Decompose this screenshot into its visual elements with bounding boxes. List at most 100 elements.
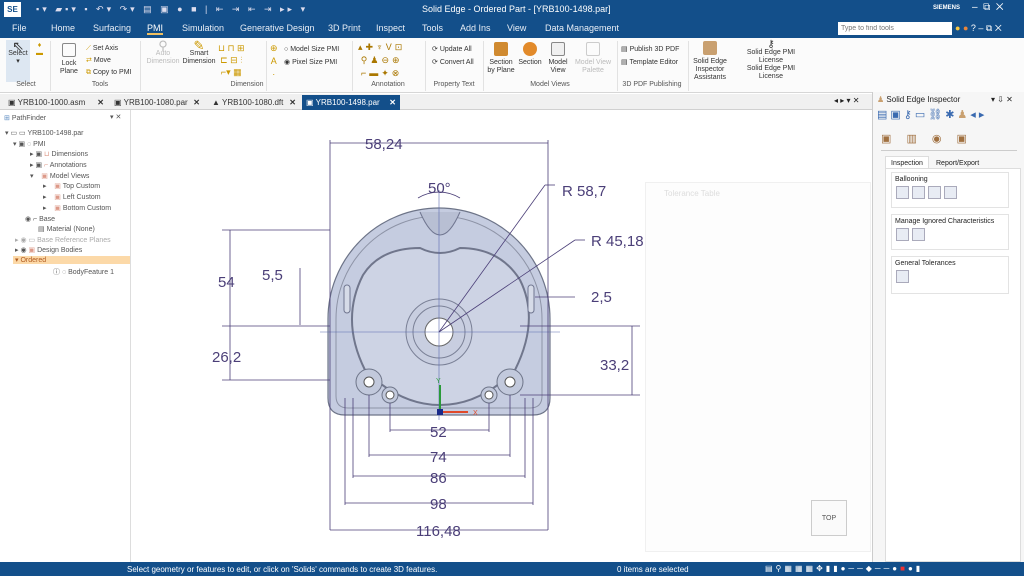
tab-3d-print[interactable]: 3D Print [328,23,361,33]
group-label-model-views: Model Views [530,81,570,88]
select-button[interactable]: ⇖ Select ▾ [6,39,30,82]
quick-access-toolbar[interactable]: ▪▾ ▰▪▾ ▪ ↶▾ ↷▾ ▤ ▣ ● ■ | ⇤ ⇥ ⇤ ⇥ ▸▸ ▾ [36,4,308,15]
find-tools-input[interactable] [838,22,952,35]
tab-generative-design[interactable]: Generative Design [240,23,315,33]
tree-item[interactable]: ▸ ◉ ▭ Base Reference Planes [15,236,111,244]
title-bar: SE ▪▾ ▰▪▾ ▪ ↶▾ ↷▾ ▤ ▣ ● ■ | ⇤ ⇥ ⇤ ⇥ ▸▸ ▾… [0,0,1024,19]
tree-item[interactable]: ▸ ▣ Top Custom [43,182,100,190]
ballooning-section: Ballooning [891,172,1009,208]
ignore-remove-icon[interactable] [912,228,925,241]
dim-86: 86 [430,470,447,487]
document-tabs: ▣ YRB100-1000.asm ✕ ▣ YRB100-1080.par ✕ … [0,94,872,110]
tab-surfacing[interactable]: Surfacing [93,23,131,33]
palette-icon [586,42,600,56]
ignore-add-icon[interactable] [896,228,909,241]
view-controls[interactable]: ▤⚲▦▦▦✥▮▮●──◆──●■●▮ [765,564,923,573]
convert-all-button[interactable]: ⟳ Convert All [432,56,474,69]
dim-74: 74 [430,449,447,466]
inspector-actions[interactable]: ▣ ▥ ◉ ▣ [881,132,973,145]
tab-data-management[interactable]: Data Management [545,23,619,33]
doc-tab-active[interactable]: ▣ YRB100-1498.par ✕ [302,95,400,110]
set-axis-button[interactable]: ⟋ Set Axis [86,43,131,55]
dim-33-2: 33,2 [600,357,629,374]
copy-to-pmi-button[interactable]: ⧉ Copy to PMI [86,67,131,79]
inspector-icon [703,41,717,55]
move-button[interactable]: ⇄ Move [86,55,131,67]
tree-item-selected[interactable]: ▾ Ordered [13,256,130,264]
smart-dimension-icon: ✎ [193,38,205,53]
model-view-button[interactable]: Model View [544,42,572,75]
tree-item[interactable]: ▸ ▣ Left Custom [43,193,101,201]
dim-52: 52 [430,424,447,441]
ribbon: ⇖ Select ▾ ♦ ▬ Select Lock Plane ⟋ Set Axis… [0,38,1024,93]
inspector-controls[interactable]: ▾ ⇩ ✕ [991,95,1013,104]
annotation-tools[interactable]: ▴✚♆V⊡ ⚲♟⊖⊕ ⌐▬✦⊗ [358,41,405,80]
tree-item[interactable]: ▸ ▣ Bottom Custom [43,204,111,212]
balloon-add-icon[interactable] [896,186,909,199]
doc-tab[interactable]: ▣ YRB100-1000.asm ✕ [4,95,108,110]
model-size-pmi-radio[interactable]: ○ Model Size PMI [284,43,339,56]
dim-116-48: 116,48 [416,523,461,540]
tree-item[interactable]: ▾ ▭ ▭ YRB100-1498.par [5,129,84,137]
inspector-toolbar[interactable]: ▤▣⚷▭⛓✱♟◂▸ [877,108,987,121]
inspector-assistants-button[interactable]: Solid Edge Inspector Assistants [690,41,730,82]
balloon-table-icon[interactable] [912,186,925,199]
tree-item[interactable]: ▤ Material (None) [38,225,95,233]
tree-item[interactable]: ⓘ ◌ BodyFeature 1 [53,267,114,277]
section-by-plane-button[interactable]: Section by Plane [486,42,516,75]
inspector-panel: ♟ Solid Edge Inspector ▾ ⇩ ✕ ▤▣⚷▭⛓✱♟◂▸ ▣… [872,92,1024,562]
publish-3d-pdf-button[interactable]: ▤ Publish 3D PDF [621,43,679,56]
balloon-target-icon[interactable] [928,186,941,199]
axis-x-label: X [473,410,478,417]
auto-dimension-button[interactable]: ⚲ Auto Dimension [144,39,182,66]
balloon-remove-icon[interactable] [944,186,957,199]
tree-item[interactable]: ◉ ⌐ Base [25,215,55,223]
tree-item[interactable]: ▾ ▣ Model Views [30,172,89,180]
model-view-palette-button[interactable]: Model View Palette [574,42,612,75]
selection-count: 0 items are selected [617,565,689,574]
status-bar: Select geometry or features to edit, or … [0,562,1024,576]
tab-simulation[interactable]: Simulation [182,23,224,33]
window-title: Solid Edge - Ordered Part - [YRB100-1498… [422,4,611,14]
doc-tab[interactable]: ▣ YRB100-1080.par ✕ [110,95,204,110]
text-style-tools[interactable]: ⊕ A · [270,42,278,81]
pixel-size-pmi-radio[interactable]: ◉ Pixel Size PMI [284,56,339,69]
tab-home[interactable]: Home [51,23,75,33]
tree-item[interactable]: ▾ ▣ ◌ PMI [13,140,46,148]
lock-plane-button[interactable]: Lock Plane [56,43,82,76]
doc-tab[interactable]: ▲ YRB100-1080.dft ✕ [208,95,300,110]
smart-dimension-button[interactable]: ✎ Smart Dimension [182,38,216,66]
tab-tools[interactable]: Tools [422,23,443,33]
dim-54: 54 [218,274,235,291]
group-label-annotation: Annotation [371,81,405,88]
dimension-tools[interactable]: ⊔ ⊓ ⊞ ⊏ ⊟ ⫶ ⌐▾ ▦ [218,42,245,78]
tolerance-table-icon[interactable] [896,270,909,283]
dim-r-45-18: R 45,18 [591,233,644,250]
dim-26-2: 26,2 [212,349,241,366]
general-tolerances-section: General Tolerances [891,256,1009,294]
tab-nav-arrows[interactable]: ◂ ▸ ▾ ✕ [834,96,859,105]
key-icon: ⚷ [767,39,775,50]
tree-item[interactable]: ▸ ▣ ⊔ Dimensions [30,150,88,158]
pdf-tools: ▤ Publish 3D PDF ▤ Template Editor [621,43,679,69]
update-all-button[interactable]: ⟳ Update All [432,43,474,56]
tree-item[interactable]: ▸ ▣ ⌐ Annotations [30,161,87,169]
tree-item[interactable]: ▸ ◉ ▣ Design Bodies [15,246,82,254]
tab-inspect[interactable]: Inspect [376,23,405,33]
small-tool-icons[interactable]: ♦ ▬ [36,42,43,58]
part-drawing: 58,24 50° R 58,7 R 45,18 54 5,5 2,5 26,2… [212,136,644,540]
pmi-license-button[interactable]: ⚷ Solid Edge PMI License Solid Edge PMI Li… [738,39,804,81]
tab-view[interactable]: View [507,23,526,33]
template-editor-button[interactable]: ▤ Template Editor [621,56,679,69]
tab-add-ins[interactable]: Add Ins [460,23,491,33]
pathfinder-controls[interactable]: ▾ ✕ [110,113,121,121]
ignored-characteristics-section: Manage Ignored Characteristics [891,214,1009,250]
property-text-tools: ⟳ Update All ⟳ Convert All [432,43,474,69]
section-button[interactable]: Section [516,42,544,67]
window-controls[interactable]: – ⧉ ✕ [972,2,1003,13]
tab-file[interactable]: File [12,23,27,33]
group-label-property-text: Property Text [433,81,475,88]
pathfinder-title: ⊞ PathFinder [4,115,47,122]
help-icons[interactable]: ● ● ? – ⧉ ✕ [955,23,1002,34]
tab-pmi[interactable]: PMI [147,23,164,35]
